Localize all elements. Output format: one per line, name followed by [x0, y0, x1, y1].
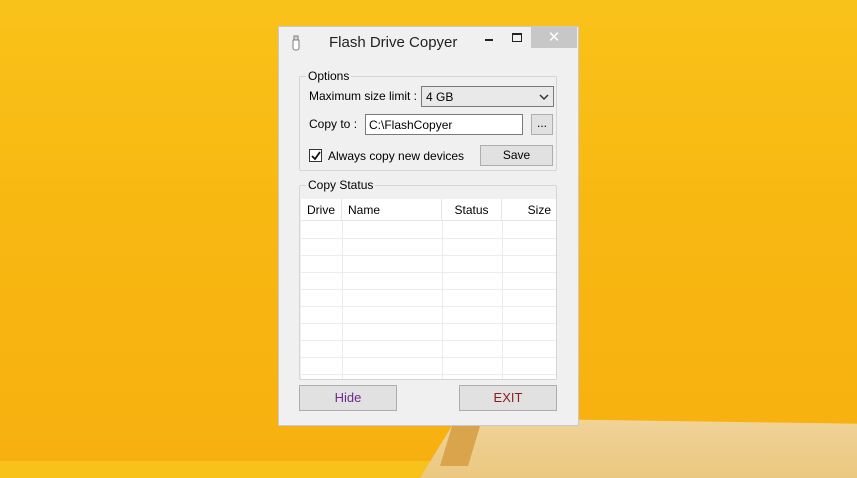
always-copy-checkbox[interactable]	[309, 149, 322, 162]
table-header: Drive Name Status Size	[301, 199, 556, 221]
maximize-icon	[512, 33, 522, 42]
max-size-value: 4 GB	[426, 90, 454, 104]
window-title: Flash Drive Copyer	[329, 34, 458, 51]
grid-line	[301, 289, 556, 290]
browse-button[interactable]: ...	[531, 114, 553, 135]
grid-line	[301, 323, 556, 324]
column-header-name[interactable]: Name	[342, 199, 442, 221]
checkmark-icon	[311, 151, 321, 161]
app-window: Flash Drive Copyer ✕ Options Maximum siz…	[278, 26, 579, 426]
column-header-drive[interactable]: Drive	[301, 199, 342, 221]
usb-drive-icon	[291, 35, 301, 51]
max-size-select[interactable]: 4 GB	[421, 86, 554, 107]
wallpaper-shape	[420, 418, 857, 478]
copy-status-legend: Copy Status	[306, 178, 376, 192]
options-legend: Options	[306, 69, 352, 83]
grid-line	[301, 272, 556, 273]
grid-line	[301, 340, 556, 341]
copy-status-group: Copy Status Drive Name Status Size	[299, 178, 557, 380]
grid-line	[301, 238, 556, 239]
always-copy-label: Always copy new devices	[328, 149, 465, 163]
chevron-down-icon	[539, 91, 549, 101]
grid-line	[301, 357, 556, 358]
exit-button[interactable]: EXIT	[459, 385, 557, 411]
grid-line	[301, 306, 556, 307]
minimize-icon	[485, 39, 493, 41]
title-bar[interactable]: Flash Drive Copyer ✕	[279, 27, 578, 57]
copy-to-input[interactable]: C:\FlashCopyer	[365, 114, 523, 135]
hide-button[interactable]: Hide	[299, 385, 397, 411]
max-size-label: Maximum size limit :	[309, 89, 418, 103]
grid-line	[301, 255, 556, 256]
grid-line	[342, 221, 343, 379]
column-header-size[interactable]: Size	[502, 199, 556, 221]
grid-line	[301, 374, 556, 375]
close-icon: ✕	[547, 29, 561, 46]
maximize-button[interactable]	[503, 27, 531, 48]
column-header-status[interactable]: Status	[442, 199, 502, 221]
save-button[interactable]: Save	[480, 145, 553, 166]
minimize-button[interactable]	[475, 27, 503, 48]
copy-to-label: Copy to :	[309, 117, 358, 131]
options-group: Options Maximum size limit : 4 GB Copy t…	[299, 69, 557, 171]
grid-line	[442, 221, 443, 379]
grid-line	[502, 221, 503, 379]
close-button[interactable]: ✕	[531, 27, 577, 48]
copy-status-table[interactable]: Drive Name Status Size	[301, 199, 556, 379]
